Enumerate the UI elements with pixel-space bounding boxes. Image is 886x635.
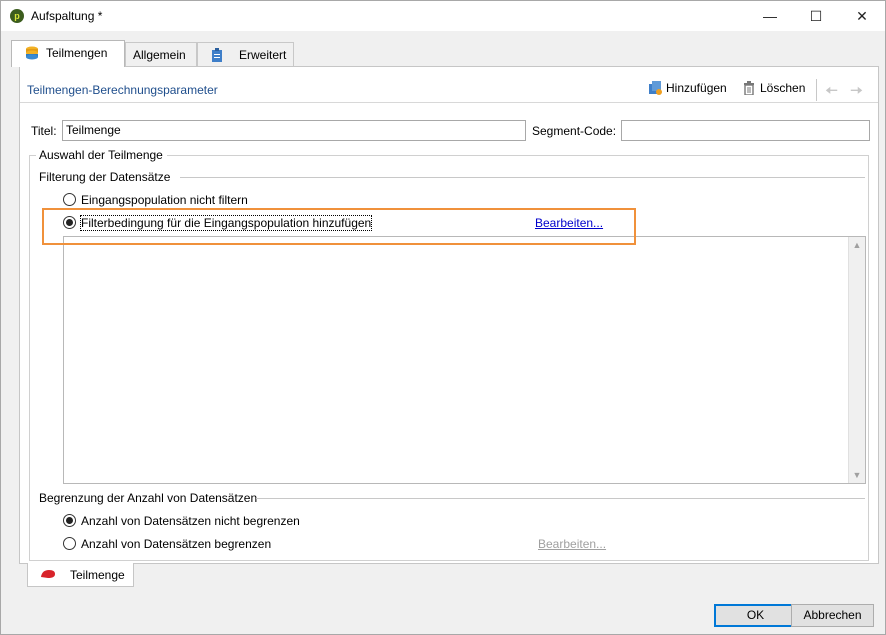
ok-button[interactable]: OK	[714, 604, 797, 627]
scroll-up-icon[interactable]: ▲	[849, 237, 865, 253]
subset-selection-title: Auswahl der Teilmenge	[36, 148, 167, 162]
add-button[interactable]: Hinzufügen	[648, 81, 727, 99]
radio-no-filter-label: Eingangspopulation nicht filtern	[81, 193, 248, 207]
highlight-box	[42, 208, 636, 245]
add-icon	[649, 81, 662, 95]
arrow-left-icon[interactable]: 🠄	[825, 80, 838, 107]
toolbar: Teilmengen-Berechnungsparameter Hinzufüg…	[20, 77, 878, 103]
minimize-button[interactable]: —	[747, 1, 793, 31]
arrow-right-icon[interactable]: 🠆	[850, 80, 863, 107]
limit-edit-link: Bearbeiten...	[538, 537, 607, 551]
tab-label: Allgemein	[133, 48, 186, 62]
tab-label: Teilmenge	[70, 568, 125, 582]
app-logo-icon: p	[10, 9, 24, 23]
limit-section-divider	[256, 498, 865, 499]
tab-label: Erweitert	[239, 48, 287, 62]
tab-label: Teilmengen	[46, 46, 108, 60]
subset-icon	[41, 570, 55, 578]
filter-section-divider	[180, 177, 865, 178]
title-bar: p Aufspaltung * — ☐ ✕	[1, 1, 885, 31]
title-label: Titel:	[31, 124, 57, 138]
trash-icon	[744, 81, 754, 95]
tab-erweitert[interactable]: Erweitert	[197, 42, 294, 66]
radio-limit[interactable]	[63, 537, 76, 550]
vertical-scrollbar[interactable]: ▲ ▼	[848, 237, 865, 483]
radio-no-filter[interactable]	[63, 193, 76, 206]
toolbar-separator	[816, 79, 817, 101]
clipboard-icon	[212, 48, 222, 62]
segment-code-field[interactable]	[621, 120, 870, 141]
scroll-down-icon[interactable]: ▼	[849, 467, 865, 483]
segment-code-label: Segment-Code:	[532, 124, 617, 138]
toolbar-title: Teilmengen-Berechnungsparameter	[27, 83, 218, 97]
close-button[interactable]: ✕	[839, 1, 885, 31]
dialog-window: p Aufspaltung * — ☐ ✕ Teilmengen Allgeme…	[0, 0, 886, 635]
tab-teilmenge[interactable]: Teilmenge	[27, 563, 134, 587]
title-field[interactable]: Teilmenge	[62, 120, 526, 141]
radio-limit-label: Anzahl von Datensätzen begrenzen	[81, 537, 272, 551]
cancel-button[interactable]: Abbrechen	[791, 604, 874, 627]
radio-no-limit-label: Anzahl von Datensätzen nicht begrenzen	[81, 514, 300, 528]
database-icon	[26, 46, 38, 60]
radio-no-limit[interactable]	[63, 514, 76, 527]
maximize-button[interactable]: ☐	[793, 1, 839, 31]
window-title: Aufspaltung *	[31, 9, 103, 23]
tab-allgemein[interactable]: Allgemein	[125, 42, 197, 66]
subset-panel: Teilmengen-Berechnungsparameter Hinzufüg…	[19, 66, 879, 564]
filter-section-title: Filterung der Datensätze	[39, 170, 175, 184]
tab-teilmengen[interactable]: Teilmengen	[11, 40, 125, 67]
delete-label: Löschen	[760, 81, 806, 95]
delete-button[interactable]: Löschen	[742, 81, 805, 99]
limit-section-title: Begrenzung der Anzahl von Datensätzen	[39, 491, 262, 505]
filter-condition-textarea[interactable]: ▲ ▼	[63, 236, 866, 484]
add-label: Hinzufügen	[666, 81, 727, 95]
